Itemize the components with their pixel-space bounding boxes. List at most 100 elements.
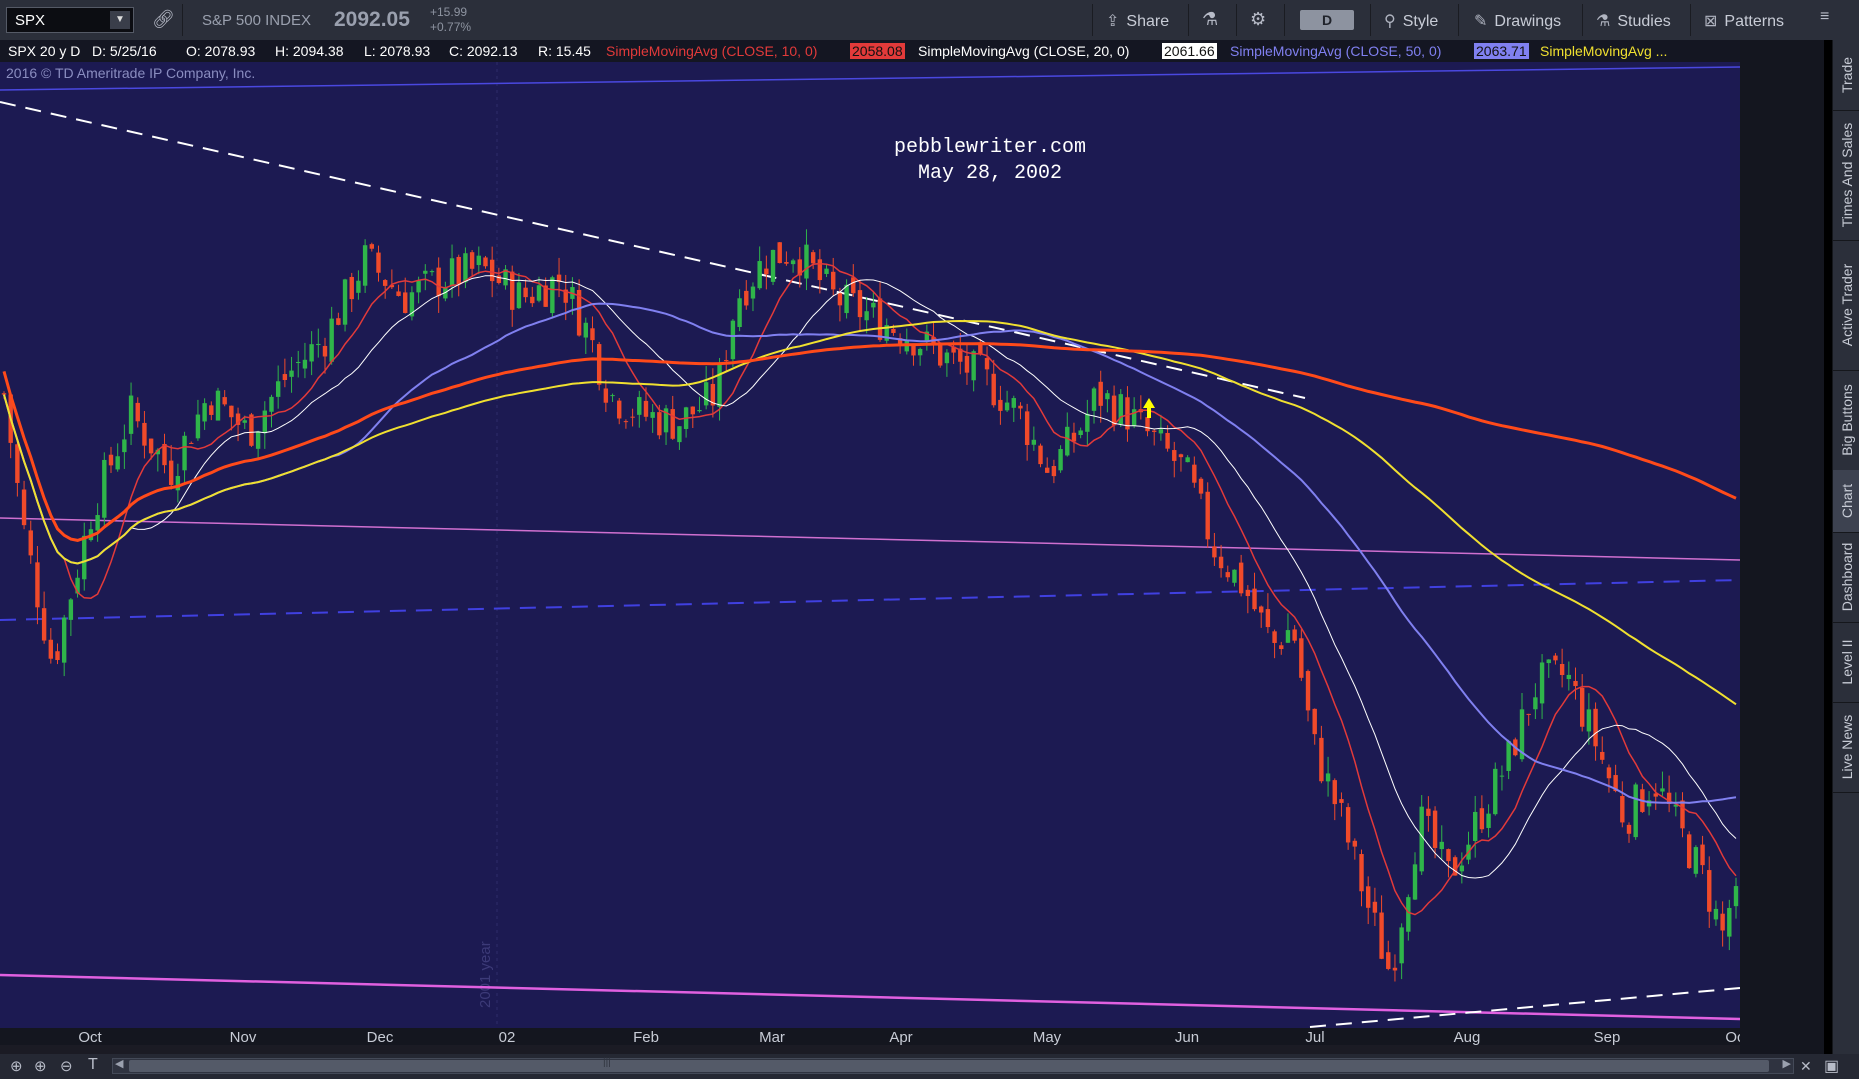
zoom-out-icon[interactable]: ⊖ xyxy=(60,1057,73,1075)
symbol-selector[interactable]: SPX ▼ xyxy=(6,7,134,33)
candle-body xyxy=(516,282,522,309)
candle-body xyxy=(998,399,1003,411)
candle-body xyxy=(476,255,481,266)
candle-body xyxy=(1238,562,1244,594)
legend-sma10-value: 2058.08 xyxy=(850,43,905,59)
candle-body xyxy=(1011,398,1016,408)
candle-body xyxy=(182,435,187,471)
candle-body xyxy=(1065,426,1070,456)
candle-body xyxy=(382,280,388,286)
candle-body xyxy=(329,318,334,362)
sidebar-tab-live-news[interactable]: Live News xyxy=(1833,702,1859,793)
candle-body xyxy=(349,276,354,300)
candle-body xyxy=(362,245,368,286)
watermark-date: May 28, 2002 xyxy=(918,162,1062,185)
sidebar-tab-dashboard[interactable]: Dashboard xyxy=(1833,532,1859,623)
candle-body xyxy=(1198,478,1204,494)
candle-body xyxy=(984,358,990,370)
candle-body xyxy=(1218,556,1224,569)
patterns-button[interactable]: ⊠ Patterns xyxy=(1704,11,1784,31)
candle-body xyxy=(15,444,20,483)
candle-body xyxy=(262,410,268,434)
zoom-in-icon[interactable]: ⊕ xyxy=(34,1057,47,1075)
candle-body xyxy=(590,328,595,341)
menu-icon[interactable]: ≡ xyxy=(1820,8,1829,26)
sidebar-tab-level-ii[interactable]: Level II xyxy=(1833,622,1859,703)
toolbar-divider xyxy=(1236,4,1237,36)
scroll-right-icon[interactable]: ▶ xyxy=(1783,1057,1791,1070)
sidebar-tab-active-trader[interactable]: Active Trader xyxy=(1833,240,1859,371)
candle-body xyxy=(229,405,234,418)
candle-body xyxy=(877,298,883,340)
studies-button[interactable]: ⚗ Studies xyxy=(1596,11,1671,31)
candle-body xyxy=(817,259,823,281)
price-chart[interactable]: 2016 © TD Ameritrade IP Company, Inc. 20… xyxy=(0,62,1740,1045)
toolbar-divider xyxy=(1370,4,1371,36)
candle-body xyxy=(35,562,40,608)
flask-icon: ⚗ xyxy=(1596,13,1611,30)
candle-body xyxy=(857,290,863,318)
sidebar-tab-chart[interactable]: Chart xyxy=(1833,470,1859,533)
candle-body xyxy=(1579,687,1585,727)
candle-body xyxy=(717,364,722,407)
candle-body xyxy=(1125,397,1130,430)
candle-body xyxy=(764,268,769,275)
index-name: S&P 500 INDEX xyxy=(202,12,311,29)
legend-sma50[interactable]: SimpleMovingAvg (CLOSE, 50, 0) xyxy=(1230,43,1441,59)
candle-body xyxy=(1265,609,1271,628)
candle-body xyxy=(971,351,976,381)
expand-icon[interactable]: ▣ xyxy=(1824,1056,1839,1076)
close-icon[interactable]: ✕ xyxy=(1800,1058,1812,1075)
legend-sma10[interactable]: SimpleMovingAvg (CLOSE, 10, 0) xyxy=(606,43,817,59)
sidebar-tab-times-and-sales[interactable]: Times And Sales xyxy=(1833,110,1859,241)
flask-icon[interactable]: ⚗ xyxy=(1202,9,1218,30)
candle-body xyxy=(148,438,154,454)
share-button[interactable]: ⇪ Share xyxy=(1106,11,1169,31)
scroll-left-icon[interactable]: ◀ xyxy=(115,1057,123,1070)
candle-body xyxy=(637,397,642,415)
candle-body xyxy=(1058,449,1063,471)
candle-body xyxy=(1660,788,1665,792)
legend-sma-next[interactable]: SimpleMovingAvg ... xyxy=(1540,43,1667,59)
horizontal-scrollbar[interactable]: ◀ ||| ▶ xyxy=(112,1057,1794,1074)
patterns-label: Patterns xyxy=(1724,13,1784,30)
candle-body xyxy=(469,252,475,269)
candle-body xyxy=(369,244,374,249)
sidebar-tab-trade[interactable]: Trade xyxy=(1833,40,1859,111)
scrollbar-thumb[interactable]: ||| xyxy=(129,1057,1769,1072)
candle-body xyxy=(1399,927,1404,964)
cursor-icon[interactable]: ⊕ xyxy=(10,1057,23,1075)
candle-body xyxy=(1098,381,1103,406)
candle-body xyxy=(168,460,174,485)
top-toolbar: SPX ▼ 🔗︎ S&P 500 INDEX 2092.05 +15.99 +0… xyxy=(0,0,1859,41)
candle-body xyxy=(1178,454,1184,458)
candle-body xyxy=(1693,847,1699,874)
link-icon[interactable]: 🔗︎ xyxy=(152,9,175,30)
candle-body xyxy=(697,409,702,412)
gear-icon[interactable]: ⚙ xyxy=(1250,9,1266,30)
candle-body xyxy=(1446,849,1451,862)
chevron-down-icon[interactable]: ▼ xyxy=(110,11,130,29)
text-tool-icon[interactable]: T xyxy=(88,1056,98,1074)
drawings-button[interactable]: ✎ Drawings xyxy=(1474,11,1561,31)
candle-body xyxy=(403,292,408,313)
sidebar-tab-big-buttons[interactable]: Big Buttons xyxy=(1833,370,1859,471)
candle-body xyxy=(316,343,321,346)
style-button[interactable]: ⚲ Style xyxy=(1384,11,1438,31)
aggregation-button[interactable]: D xyxy=(1300,10,1354,30)
candle-body xyxy=(1680,800,1685,829)
candle-body xyxy=(135,402,140,422)
candle-body xyxy=(195,414,201,439)
candle-body xyxy=(610,395,615,397)
x-tick-label: Apr xyxy=(889,1029,912,1045)
candle-body xyxy=(1172,450,1177,461)
candle-body xyxy=(1085,413,1090,432)
candle-body xyxy=(1038,445,1043,465)
candle-body xyxy=(1539,662,1545,704)
legend-sma20[interactable]: SimpleMovingAvg (CLOSE, 20, 0) xyxy=(918,43,1129,59)
candle-body xyxy=(1700,844,1705,866)
candle-body xyxy=(41,608,47,641)
candle-body xyxy=(1506,740,1511,771)
candle-body xyxy=(510,271,515,310)
candle-body xyxy=(1292,629,1297,641)
